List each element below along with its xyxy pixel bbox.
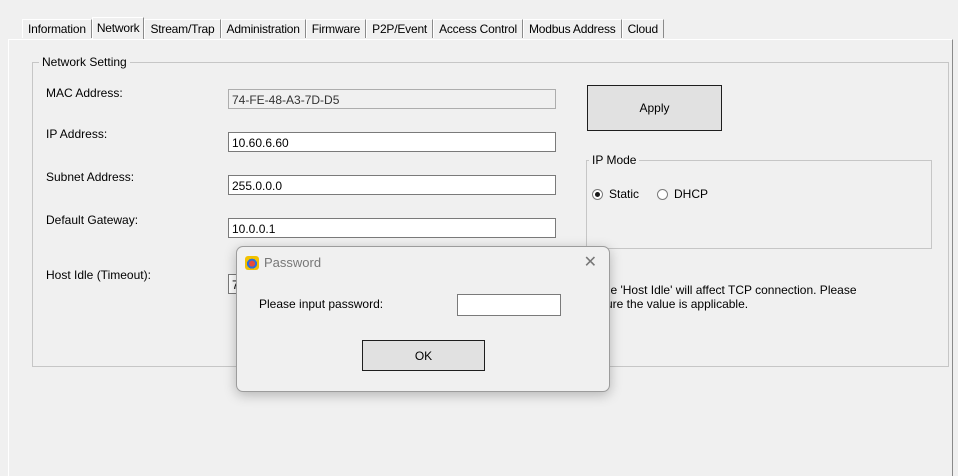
close-icon[interactable]: ✕ <box>584 252 597 272</box>
radio-static-indicator <box>592 188 603 200</box>
ip-mode-title: IP Mode <box>589 153 640 167</box>
tab-information[interactable]: Information <box>22 19 92 38</box>
ok-button[interactable]: OK <box>362 340 485 371</box>
ip-address-field[interactable]: 10.60.6.60 <box>228 132 556 152</box>
dialog-title-bar: Password <box>245 255 321 270</box>
radio-dhcp[interactable]: DHCP <box>657 187 708 201</box>
host-idle-note-line1: : The 'Host Idle' will affect TCP connec… <box>590 283 857 297</box>
radio-dhcp-label: DHCP <box>674 187 709 201</box>
apply-button[interactable]: Apply <box>587 85 722 131</box>
tab-strip: Information Network Stream/Trap Administ… <box>22 17 664 39</box>
radio-dhcp-indicator <box>657 188 668 200</box>
ip-address-label: IP Address: <box>46 127 108 141</box>
subnet-address-field[interactable]: 255.0.0.0 <box>228 175 556 195</box>
ip-mode-group: IP Mode <box>586 153 932 249</box>
radio-static[interactable]: Static <box>592 187 639 201</box>
host-idle-note-line2: e sure the value is applicable. <box>590 297 749 311</box>
tab-p2p-event[interactable]: P2P/Event <box>366 19 434 38</box>
tab-modbus-address[interactable]: Modbus Address <box>522 19 622 38</box>
app-icon <box>245 255 259 270</box>
tab-access-control[interactable]: Access Control <box>433 19 523 38</box>
tab-cloud[interactable]: Cloud <box>621 19 664 38</box>
tab-administration[interactable]: Administration <box>220 19 306 38</box>
password-dialog: Password ✕ Please input password: OK <box>236 246 610 392</box>
password-input[interactable] <box>457 294 561 316</box>
tab-firmware[interactable]: Firmware <box>305 19 367 38</box>
tab-network[interactable]: Network <box>91 17 145 39</box>
mac-address-field: 74-FE-48-A3-7D-D5 <box>228 89 556 109</box>
dialog-title: Password <box>264 255 322 270</box>
tab-stream-trap[interactable]: Stream/Trap <box>144 19 221 38</box>
password-prompt-label: Please input password: <box>259 297 384 311</box>
default-gateway-field[interactable]: 10.0.0.1 <box>228 218 556 238</box>
radio-static-label: Static <box>609 187 640 201</box>
network-setting-title: Network Setting <box>39 55 130 69</box>
default-gateway-label: Default Gateway: <box>46 213 139 227</box>
mac-address-label: MAC Address: <box>46 86 123 100</box>
host-idle-note: : The 'Host Idle' will affect TCP connec… <box>590 283 930 311</box>
subnet-address-label: Subnet Address: <box>46 170 135 184</box>
host-idle-label: Host Idle (Timeout): <box>46 268 151 282</box>
